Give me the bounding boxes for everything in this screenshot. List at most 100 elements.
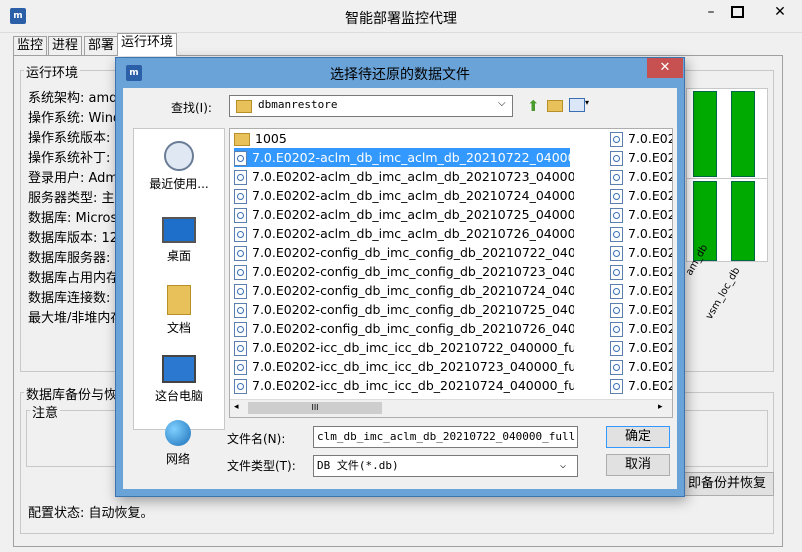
cancel-button[interactable]: 取消 — [606, 454, 670, 476]
list-item[interactable]: 7.0.E0202-icc_db_imc_icc_db_20210723_040… — [234, 357, 574, 376]
runtime-group-title: 运行环境 — [24, 62, 81, 81]
close-button[interactable]: ✕ — [758, 2, 802, 24]
maximize-icon — [730, 6, 744, 18]
list-item[interactable]: 7.0.E0202-config_db_imc_config_db_202107… — [234, 243, 574, 262]
list-item[interactable]: 7.0.E0202-config_db_imc_config_db_202107… — [234, 300, 574, 319]
filetype-value: DB 文件(*.db) — [317, 459, 399, 472]
list-item[interactable]: 7.0.E020 — [610, 205, 672, 224]
list-item[interactable]: 7.0.E0202-icc_db_imc_icc_db_20210724_040… — [234, 376, 574, 395]
look-in-combo[interactable]: dbmanrestore ⌵ — [229, 95, 513, 117]
place-network[interactable]: 网络 — [133, 420, 223, 467]
backup-restore-button[interactable]: 即备份并恢复 — [680, 472, 774, 496]
file-icon — [234, 246, 247, 261]
place-desktop[interactable]: 桌面 — [134, 217, 224, 264]
filetype-select[interactable]: DB 文件(*.db) ⌵ — [313, 455, 578, 477]
dialog-client: 查找(I): dbmanrestore ⌵ ⬆ ▾ 最近使用... 桌面 文档 — [123, 88, 677, 489]
list-item[interactable]: 7.0.E020 — [610, 376, 672, 395]
dialog-title: 选择待还原的数据文件 — [330, 67, 470, 83]
tab-monitor[interactable]: 监控 — [13, 36, 48, 55]
documents-icon — [167, 285, 191, 315]
info-server-type: 服务器类型: 主用 — [28, 191, 128, 206]
dialog-close-button[interactable]: ✕ — [647, 58, 683, 78]
list-item-folder[interactable]: 1005 — [234, 129, 574, 148]
filename-input[interactable]: clm_db_imc_aclm_db_20210722_040000_full.… — [313, 426, 578, 448]
info-db-version: 数据库版本: 12. — [28, 231, 123, 246]
horizontal-scrollbar[interactable]: ◂ III ▸ — [230, 399, 672, 417]
file-icon — [234, 341, 247, 356]
list-item[interactable]: 7.0.E0202-aclm_db_imc_aclm_db_20210724_0… — [234, 186, 574, 205]
file-icon — [234, 208, 247, 223]
chart-bar — [693, 91, 717, 177]
list-item[interactable]: 7.0.E020 — [610, 186, 672, 205]
list-item[interactable]: 7.0.E020 — [610, 167, 672, 186]
new-folder-icon[interactable] — [547, 100, 563, 112]
list-item[interactable]: 7.0.E020 — [610, 338, 672, 357]
main-titlebar: m 智能部署监控代理 – ✕ — [0, 0, 802, 33]
info-os-version: 操作系统版本: 6 — [28, 131, 123, 146]
ok-button[interactable]: 确定 — [606, 426, 670, 448]
list-item[interactable]: 7.0.E020 — [610, 357, 672, 376]
places-bar: 最近使用... 桌面 文档 这台电脑 — [133, 128, 225, 430]
tab-deploy[interactable]: 部署 — [84, 36, 119, 55]
file-icon — [610, 360, 623, 375]
list-item[interactable]: 7.0.E020 — [610, 224, 672, 243]
file-icon — [234, 284, 247, 299]
scroll-left-icon[interactable]: ◂ — [234, 402, 239, 412]
file-icon — [610, 132, 623, 147]
file-icon — [610, 303, 623, 318]
place-computer[interactable]: 这台电脑 — [134, 355, 224, 404]
info-db-memory: 数据库占用内存: — [28, 271, 124, 286]
file-column-1: 1005 7.0.E0202-aclm_db_imc_aclm_db_20210… — [234, 129, 574, 395]
close-icon: ✕ — [774, 4, 786, 20]
list-item[interactable]: 7.0.E0202-aclm_db_imc_aclm_db_20210725_0… — [234, 205, 574, 224]
list-item[interactable]: 7.0.E020 — [610, 300, 672, 319]
maximize-button[interactable] — [722, 2, 752, 24]
desktop-icon — [162, 217, 196, 243]
view-menu-icon[interactable] — [569, 98, 585, 112]
chart-bar — [731, 181, 755, 261]
info-db-server: 数据库服务器: 2 — [28, 251, 123, 266]
tab-runtime[interactable]: 运行环境 — [117, 33, 178, 56]
file-icon — [234, 379, 247, 394]
file-icon — [234, 227, 247, 242]
look-in-label: 查找(I): — [171, 101, 212, 115]
file-icon — [610, 189, 623, 204]
list-item[interactable]: 7.0.E0202-config_db_imc_config_db_202107… — [234, 319, 574, 338]
list-item[interactable]: 7.0.E020 — [610, 262, 672, 281]
network-icon — [165, 420, 191, 446]
list-item[interactable]: 7.0.E0202-config_db_imc_config_db_202107… — [234, 262, 574, 281]
folder-icon — [236, 100, 252, 113]
scroll-thumb[interactable]: III — [248, 402, 382, 414]
chevron-down-icon: ▾ — [585, 98, 590, 107]
filename-label: 文件名(N): — [227, 432, 286, 446]
place-documents[interactable]: 文档 — [134, 285, 224, 336]
scroll-right-icon[interactable]: ▸ — [658, 402, 663, 412]
tab-process[interactable]: 进程 — [48, 36, 83, 55]
note-group-title: 注意 — [30, 402, 61, 421]
list-item[interactable]: 7.0.E020 — [610, 129, 672, 148]
place-recent[interactable]: 最近使用... — [134, 141, 224, 192]
file-column-2: 7.0.E020 7.0.E020 7.0.E020 7.0.E020 7.0.… — [610, 129, 672, 395]
up-folder-icon[interactable]: ⬆ — [527, 97, 540, 115]
file-icon — [234, 189, 247, 204]
recent-icon — [164, 141, 194, 171]
file-icon — [610, 284, 623, 299]
file-icon — [234, 360, 247, 375]
chevron-down-icon: ⌵ — [498, 98, 506, 109]
list-item[interactable]: 7.0.E020 — [610, 319, 672, 338]
minimize-icon: – — [707, 4, 715, 20]
list-item[interactable]: 7.0.E0202-aclm_db_imc_aclm_db_20210723_0… — [234, 167, 574, 186]
list-item[interactable]: 7.0.E0202-aclm_db_imc_aclm_db_20210726_0… — [234, 224, 574, 243]
open-file-dialog: m 选择待还原的数据文件 ✕ 查找(I): dbmanrestore ⌵ ⬆ ▾… — [115, 57, 685, 497]
list-item[interactable]: 7.0.E020 — [610, 243, 672, 262]
list-item[interactable]: 7.0.E020 — [610, 281, 672, 300]
info-os: 操作系统: Windo — [28, 111, 130, 126]
list-item-selected[interactable]: 7.0.E0202-aclm_db_imc_aclm_db_20210722_0… — [234, 148, 570, 167]
computer-icon — [162, 355, 196, 383]
file-icon — [610, 379, 623, 394]
list-item[interactable]: 7.0.E0202-config_db_imc_config_db_202107… — [234, 281, 574, 300]
list-item[interactable]: 7.0.E020 — [610, 148, 672, 167]
file-list[interactable]: 1005 7.0.E0202-aclm_db_imc_aclm_db_20210… — [229, 128, 673, 418]
file-icon — [234, 170, 247, 185]
list-item[interactable]: 7.0.E0202-icc_db_imc_icc_db_20210722_040… — [234, 338, 574, 357]
